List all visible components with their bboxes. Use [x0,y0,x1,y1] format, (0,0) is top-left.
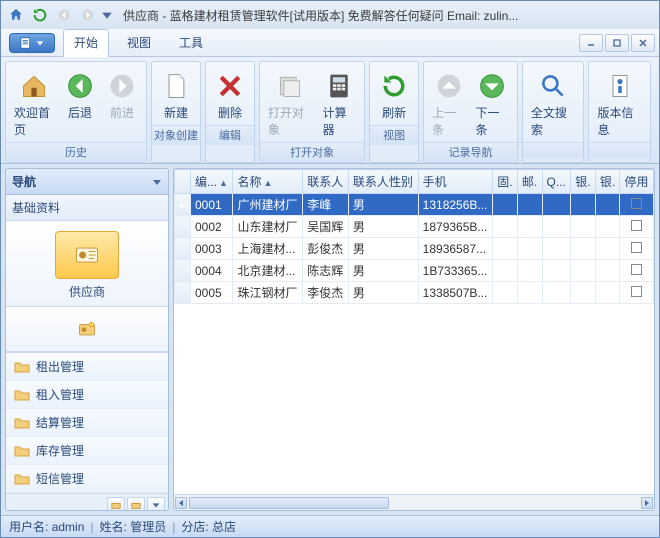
col-name[interactable]: 名称▲ [233,170,303,194]
forward-button: 前进 [102,68,142,140]
nav-footer-btn-3[interactable] [147,497,165,511]
window-controls [579,34,659,52]
nav-secondary-icon[interactable] [6,307,168,352]
next-record-button[interactable]: 下一条 [472,68,513,140]
col-c8[interactable]: Q... [542,170,571,194]
col-c11[interactable]: 停用 [620,170,654,194]
nav-footer [6,493,168,511]
nav-item-3[interactable]: 库存管理 [6,437,168,465]
dropdown-icon[interactable] [101,4,113,26]
home-button[interactable]: 欢迎首页 [10,68,58,140]
table-row[interactable]: 0002山东建材厂吴国辉男1879365B... [175,216,654,238]
titlebar: 供应商 - 蓝格建材租赁管理软件[试用版本] 免费解答任何疑问 Email: z… [1,1,659,29]
prev-record-button: 上一条 [428,68,469,140]
status-branch: 总店 [212,518,236,535]
stack-icon [274,70,306,102]
ribbon-group-create: 新建 对象创建 [151,61,201,163]
refresh-icon [378,70,410,102]
ribbon-group-recnav: 上一条 下一条 记录导航 [423,61,518,163]
search-icon [537,70,569,102]
app-menu-button[interactable] [9,33,55,53]
status-user: admin [52,520,85,534]
horizontal-scrollbar[interactable] [174,494,654,510]
status-user-label: 用户名: [9,518,48,535]
arrow-right-icon [106,70,138,102]
tab-view[interactable]: 视图 [117,29,161,57]
nav-items: 租出管理租入管理结算管理库存管理短信管理 [6,352,168,493]
col-c10[interactable]: 银. [595,170,620,194]
chevron-down-icon [152,177,162,187]
scroll-left-icon[interactable] [175,497,187,509]
col-c6[interactable]: 固. [493,170,518,194]
nav-footer-btn-2[interactable] [127,497,145,511]
home-icon[interactable] [5,4,27,26]
nav-supplier-card[interactable]: 供应商 [6,221,168,307]
col-c9[interactable]: 银. [571,170,596,194]
x-icon [214,70,246,102]
grid-panel: 编...▲ 名称▲ 联系人 联系人性别 手机 固. 邮. Q... 银. 银. … [173,168,655,511]
nav-header[interactable]: 导航 [6,169,168,195]
nav-item-4[interactable]: 短信管理 [6,465,168,493]
nav-item-2[interactable]: 结算管理 [6,409,168,437]
back-button[interactable]: 后退 [60,68,100,140]
statusbar: 用户名: admin | 姓名: 管理员 | 分店: 总店 [1,515,659,537]
table-row[interactable]: 0005珠江钢材厂李俊杰男1338507B... [175,282,654,304]
nav-section-basic[interactable]: 基础资料 [6,195,168,221]
close-button[interactable] [631,34,655,52]
status-branch-label: 分店: [181,518,208,535]
menu-row: 开始 视图 工具 [1,29,659,57]
col-id[interactable]: 编...▲ [191,170,233,194]
scroll-thumb[interactable] [189,497,389,509]
back-disabled-icon [53,4,75,26]
document-icon [160,70,192,102]
tab-start[interactable]: 开始 [63,29,109,57]
arrow-down-icon [476,70,508,102]
col-indicator[interactable] [175,170,191,194]
open-object-button: 打开对象 [264,68,317,140]
info-icon [604,70,636,102]
table-row[interactable]: ▸0001广州建材厂李峰男1318256B... [175,194,654,216]
refresh-button[interactable]: 刷新 [374,68,414,123]
nav-item-1[interactable]: 租入管理 [6,381,168,409]
content: 导航 基础资料 供应商 租出管理租入管理结算管理库存管理短信管理 [5,168,655,511]
forward-disabled-icon [77,4,99,26]
tab-tools[interactable]: 工具 [169,29,213,57]
maximize-button[interactable] [605,34,629,52]
calculator-icon [323,70,355,102]
col-gender[interactable]: 联系人性别 [348,170,418,194]
col-phone[interactable]: 手机 [418,170,493,194]
grid-header-row: 编...▲ 名称▲ 联系人 联系人性别 手机 固. 邮. Q... 银. 银. … [175,170,654,194]
data-grid[interactable]: 编...▲ 名称▲ 联系人 联系人性别 手机 固. 邮. Q... 银. 银. … [174,169,654,304]
house-icon [18,70,50,102]
ribbon: 欢迎首页 后退 前进 历史 新建 对象创建 [1,57,659,164]
ribbon-group-view: 刷新 视图 [369,61,419,163]
ribbon-group-history: 欢迎首页 后退 前进 历史 [5,61,147,163]
status-name: 管理员 [130,518,166,535]
ribbon-group-version: 版本信息 [588,61,651,163]
scroll-right-icon[interactable] [641,497,653,509]
arrow-left-icon [64,70,96,102]
ribbon-group-search: 全文搜索 [522,61,585,163]
version-info-button[interactable]: 版本信息 [593,68,646,140]
nav-panel: 导航 基础资料 供应商 租出管理租入管理结算管理库存管理短信管理 [5,168,169,511]
ribbon-group-edit: 删除 编辑 [205,61,255,163]
ribbon-group-open: 打开对象 计算器 打开对象 [259,61,365,163]
app-window: 供应商 - 蓝格建材租赁管理软件[试用版本] 免费解答任何疑问 Email: z… [0,0,660,538]
new-button[interactable]: 新建 [156,68,196,123]
nav-item-0[interactable]: 租出管理 [6,353,168,381]
table-row[interactable]: 0003上海建材...彭俊杰男18936587... [175,238,654,260]
window-title: 供应商 - 蓝格建材租赁管理软件[试用版本] 免费解答任何疑问 Email: z… [123,7,518,24]
col-c7[interactable]: 邮. [517,170,542,194]
arrow-up-disabled-icon [433,70,465,102]
refresh-icon[interactable] [29,4,51,26]
status-name-label: 姓名: [100,518,127,535]
calculator-button[interactable]: 计算器 [319,68,360,140]
delete-button[interactable]: 删除 [210,68,250,123]
minimize-button[interactable] [579,34,603,52]
nav-footer-btn-1[interactable] [107,497,125,511]
supplier-card-icon [55,231,119,279]
col-contact[interactable]: 联系人 [303,170,349,194]
fulltext-search-button[interactable]: 全文搜索 [527,68,580,140]
table-row[interactable]: 0004北京建材...陈志辉男1B733365... [175,260,654,282]
